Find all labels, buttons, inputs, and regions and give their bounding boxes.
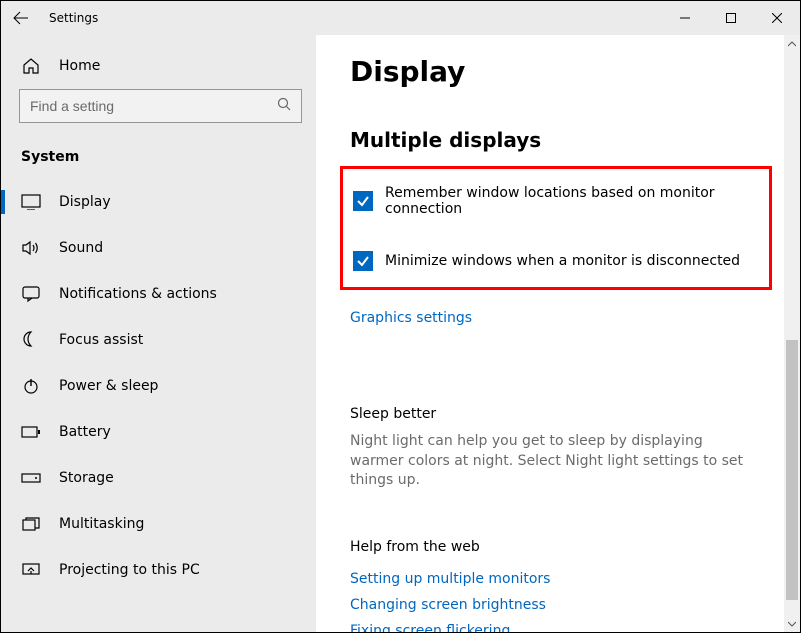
sidebar-section-header: System bbox=[1, 131, 316, 179]
sidebar-item-label: Sound bbox=[59, 240, 103, 256]
sidebar: Home System Display bbox=[1, 35, 316, 632]
battery-icon bbox=[21, 426, 41, 438]
back-button[interactable] bbox=[1, 1, 41, 35]
scroll-thumb[interactable] bbox=[786, 340, 798, 600]
sidebar-item-display[interactable]: Display bbox=[1, 179, 316, 225]
sidebar-item-notifications[interactable]: Notifications & actions bbox=[1, 271, 316, 317]
notifications-icon bbox=[21, 286, 41, 302]
storage-icon bbox=[21, 473, 41, 483]
sidebar-item-label: Multitasking bbox=[59, 516, 144, 532]
search-input[interactable] bbox=[30, 98, 277, 114]
link-help-brightness[interactable]: Changing screen brightness bbox=[350, 597, 766, 613]
focus-assist-icon bbox=[21, 331, 41, 349]
section-multiple-displays-title: Multiple displays bbox=[350, 128, 766, 152]
sidebar-item-label: Projecting to this PC bbox=[59, 562, 200, 578]
checkbox-label: Remember window locations based on monit… bbox=[385, 185, 759, 217]
link-help-multiple-monitors[interactable]: Setting up multiple monitors bbox=[350, 571, 766, 587]
power-icon bbox=[21, 377, 41, 395]
link-help-flickering[interactable]: Fixing screen flickering bbox=[350, 623, 766, 632]
highlighted-region: Remember window locations based on monit… bbox=[340, 166, 772, 290]
minimize-button[interactable] bbox=[662, 1, 708, 35]
home-icon bbox=[21, 57, 41, 75]
window-title: Settings bbox=[49, 11, 98, 25]
scroll-up-button[interactable] bbox=[784, 35, 800, 52]
chevron-up-icon bbox=[788, 41, 796, 47]
section-sleep-desc: Night light can help you get to sleep by… bbox=[350, 432, 760, 491]
multitasking-icon bbox=[21, 517, 41, 531]
sidebar-item-label: Power & sleep bbox=[59, 378, 158, 394]
search-icon bbox=[277, 97, 291, 115]
arrow-left-icon bbox=[13, 10, 29, 26]
sidebar-item-home[interactable]: Home bbox=[1, 43, 316, 89]
sound-icon bbox=[21, 240, 41, 256]
sidebar-item-battery[interactable]: Battery bbox=[1, 409, 316, 455]
titlebar: Settings bbox=[1, 1, 800, 35]
sidebar-item-label: Focus assist bbox=[59, 332, 143, 348]
minimize-icon bbox=[680, 13, 690, 23]
display-icon bbox=[21, 194, 41, 210]
scroll-down-button[interactable] bbox=[784, 615, 800, 632]
main-content: Display Multiple displays Remember windo… bbox=[316, 35, 800, 632]
sidebar-item-sound[interactable]: Sound bbox=[1, 225, 316, 271]
sidebar-item-multitasking[interactable]: Multitasking bbox=[1, 501, 316, 547]
sidebar-item-projecting[interactable]: Projecting to this PC bbox=[1, 547, 316, 593]
checkbox-checked-icon bbox=[353, 191, 373, 211]
maximize-button[interactable] bbox=[708, 1, 754, 35]
section-sleep-title: Sleep better bbox=[350, 406, 766, 422]
close-icon bbox=[772, 13, 782, 23]
sidebar-item-power-sleep[interactable]: Power & sleep bbox=[1, 363, 316, 409]
checkbox-checked-icon bbox=[353, 251, 373, 271]
maximize-icon bbox=[726, 13, 736, 23]
close-button[interactable] bbox=[754, 1, 800, 35]
projecting-icon bbox=[21, 563, 41, 577]
page-title: Display bbox=[350, 55, 766, 88]
link-graphics-settings[interactable]: Graphics settings bbox=[350, 310, 472, 326]
checkbox-minimize-disconnected[interactable]: Minimize windows when a monitor is disco… bbox=[353, 251, 759, 271]
sidebar-item-label: Home bbox=[59, 58, 100, 74]
chevron-down-icon bbox=[788, 621, 796, 627]
scrollbar[interactable] bbox=[784, 35, 800, 632]
checkbox-label: Minimize windows when a monitor is disco… bbox=[385, 253, 740, 269]
search-box[interactable] bbox=[19, 89, 302, 123]
sidebar-item-label: Display bbox=[59, 194, 111, 210]
sidebar-item-focus-assist[interactable]: Focus assist bbox=[1, 317, 316, 363]
checkbox-remember-window-locations[interactable]: Remember window locations based on monit… bbox=[353, 185, 759, 217]
section-help-title: Help from the web bbox=[350, 539, 766, 555]
sidebar-item-storage[interactable]: Storage bbox=[1, 455, 316, 501]
sidebar-item-label: Battery bbox=[59, 424, 111, 440]
sidebar-item-label: Notifications & actions bbox=[59, 286, 217, 302]
sidebar-item-label: Storage bbox=[59, 470, 114, 486]
